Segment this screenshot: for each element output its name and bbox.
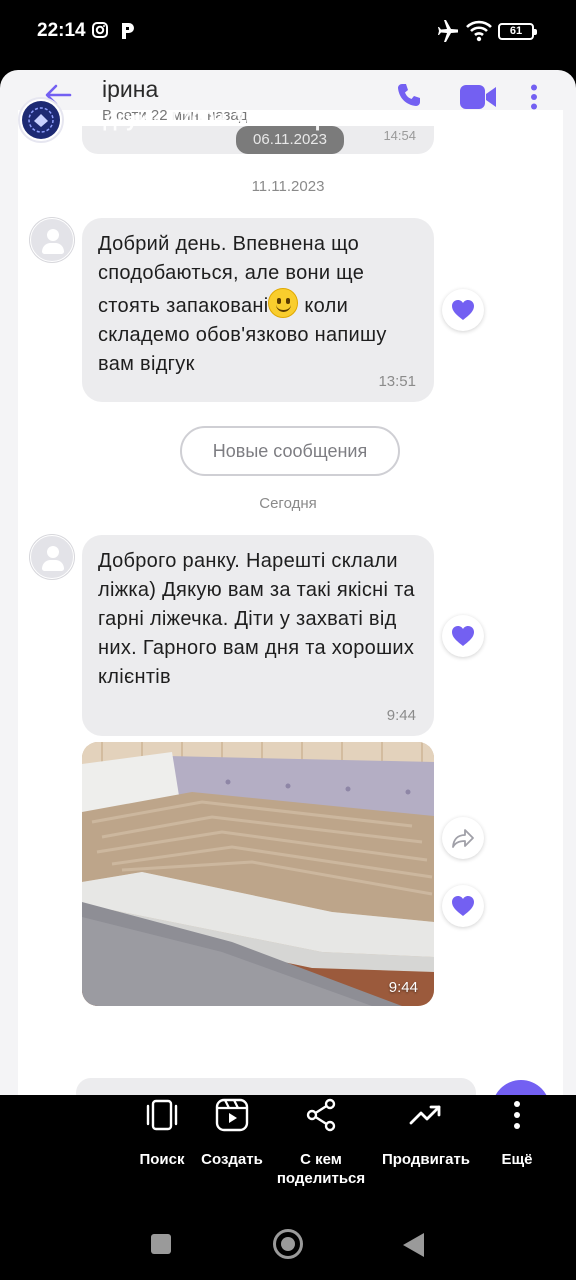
- date-separator: Сегодня: [259, 495, 317, 512]
- heart-icon: [452, 896, 474, 916]
- search-icon: [146, 1099, 178, 1131]
- video-overlay-caption: Відгуки 1700+ 20 ноября 2023 г.: [82, 108, 413, 131]
- heart-icon: [452, 626, 474, 646]
- video-call-icon[interactable]: [459, 84, 497, 115]
- back-icon[interactable]: [403, 1233, 424, 1257]
- heart-reaction-button[interactable]: [442, 289, 484, 331]
- message-text: Добрий день. Впевнена що сподобаються, а…: [98, 233, 387, 375]
- chat-screen: ірина В сети 22 мин. назад 14:54 06.11.2…: [0, 70, 576, 1095]
- recent-apps-icon[interactable]: [151, 1234, 171, 1254]
- message-text: Доброго ранку. Нарешті склали ліжка) Дяк…: [98, 550, 415, 688]
- photo-message[interactable]: 9:44: [82, 742, 434, 1006]
- home-icon[interactable]: [273, 1229, 303, 1259]
- heart-reaction-button[interactable]: [442, 885, 484, 927]
- p-app-icon: [119, 22, 135, 45]
- share-icon: [306, 1098, 336, 1132]
- battery-icon: 61: [498, 23, 537, 40]
- promote-action[interactable]: Продвигать: [378, 1095, 474, 1169]
- create-reel-icon: [215, 1098, 249, 1132]
- message-time: 13:51: [378, 373, 416, 390]
- channel-logo: [18, 97, 64, 143]
- date-separator: 11.11.2023: [251, 178, 325, 195]
- message-bubble[interactable]: Добрий день. Впевнена що сподобаються, а…: [82, 218, 434, 402]
- share-button[interactable]: [442, 817, 484, 859]
- share-arrow-icon: [452, 829, 474, 848]
- instagram-icon: [92, 22, 108, 43]
- message-input[interactable]: [76, 1078, 476, 1095]
- new-messages-button[interactable]: Новые сообщения: [180, 426, 400, 476]
- status-bar: 22:14 61: [0, 0, 576, 64]
- photo-time: 9:44: [388, 979, 418, 996]
- wifi-icon: [466, 20, 492, 47]
- more-vertical-icon: [514, 1101, 520, 1129]
- video-action-bar: Поиск Создать С кем поделиться Продвигат…: [0, 1095, 576, 1200]
- share-action[interactable]: С кем поделиться: [272, 1095, 370, 1188]
- heart-reaction-button[interactable]: [442, 615, 484, 657]
- sender-avatar[interactable]: [30, 218, 74, 262]
- bed-photo: [82, 742, 434, 1006]
- more-action[interactable]: Ещё: [494, 1095, 540, 1169]
- smiling-face-emoji-icon: [268, 288, 299, 318]
- message-bubble[interactable]: Доброго ранку. Нарешті склали ліжка) Дяк…: [82, 535, 434, 736]
- search-action[interactable]: Поиск: [130, 1095, 194, 1169]
- contact-name[interactable]: ірина: [102, 76, 158, 103]
- heart-icon: [452, 300, 474, 320]
- create-action[interactable]: Создать: [196, 1095, 268, 1169]
- sender-avatar[interactable]: [30, 535, 74, 579]
- system-nav-bar: [0, 1200, 576, 1280]
- status-time: 22:14: [37, 20, 86, 41]
- message-time: 9:44: [386, 707, 416, 724]
- more-vertical-icon[interactable]: [530, 84, 538, 115]
- trending-up-icon: [409, 1105, 441, 1125]
- airplane-icon: [436, 20, 460, 47]
